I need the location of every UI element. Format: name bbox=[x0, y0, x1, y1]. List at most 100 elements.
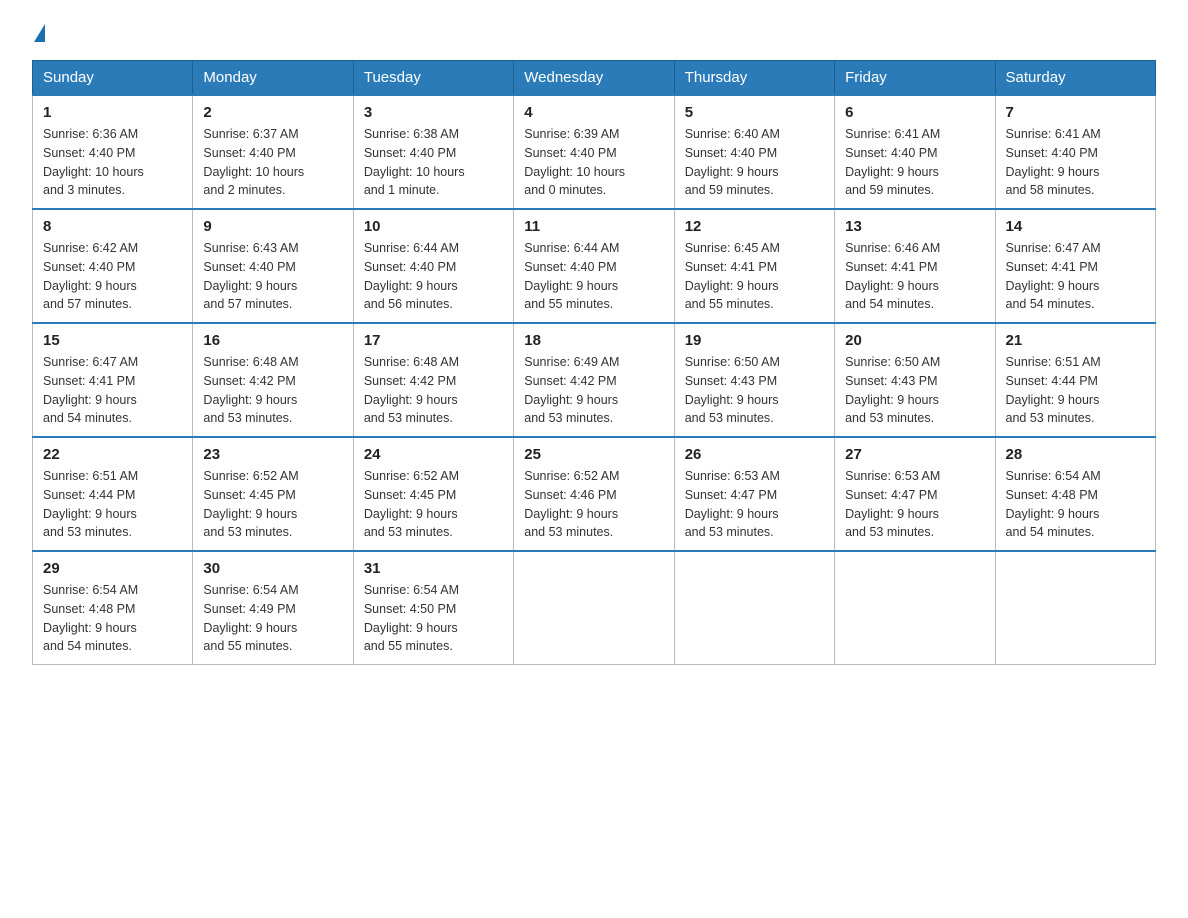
day-of-week-header: Monday bbox=[193, 61, 353, 96]
day-info: Sunrise: 6:50 AMSunset: 4:43 PMDaylight:… bbox=[845, 353, 984, 428]
day-info: Sunrise: 6:53 AMSunset: 4:47 PMDaylight:… bbox=[845, 467, 984, 542]
day-info: Sunrise: 6:48 AMSunset: 4:42 PMDaylight:… bbox=[203, 353, 342, 428]
day-number: 3 bbox=[364, 104, 503, 121]
calendar-cell: 14 Sunrise: 6:47 AMSunset: 4:41 PMDayligh… bbox=[995, 209, 1155, 323]
day-number: 2 bbox=[203, 104, 342, 121]
calendar-week-row: 15 Sunrise: 6:47 AMSunset: 4:41 PMDayligh… bbox=[33, 323, 1156, 437]
day-number: 26 bbox=[685, 446, 824, 463]
calendar-cell: 26 Sunrise: 6:53 AMSunset: 4:47 PMDayligh… bbox=[674, 437, 834, 551]
page-header bbox=[32, 24, 1156, 40]
day-info: Sunrise: 6:52 AMSunset: 4:46 PMDaylight:… bbox=[524, 467, 663, 542]
day-of-week-header: Wednesday bbox=[514, 61, 674, 96]
day-number: 8 bbox=[43, 218, 182, 235]
calendar-cell: 2 Sunrise: 6:37 AMSunset: 4:40 PMDaylight… bbox=[193, 95, 353, 209]
day-info: Sunrise: 6:54 AMSunset: 4:49 PMDaylight:… bbox=[203, 581, 342, 656]
calendar-cell bbox=[835, 551, 995, 665]
day-info: Sunrise: 6:36 AMSunset: 4:40 PMDaylight:… bbox=[43, 125, 182, 200]
day-info: Sunrise: 6:51 AMSunset: 4:44 PMDaylight:… bbox=[43, 467, 182, 542]
day-info: Sunrise: 6:45 AMSunset: 4:41 PMDaylight:… bbox=[685, 239, 824, 314]
day-info: Sunrise: 6:48 AMSunset: 4:42 PMDaylight:… bbox=[364, 353, 503, 428]
day-number: 9 bbox=[203, 218, 342, 235]
day-info: Sunrise: 6:54 AMSunset: 4:50 PMDaylight:… bbox=[364, 581, 503, 656]
calendar-header-row: SundayMondayTuesdayWednesdayThursdayFrid… bbox=[33, 61, 1156, 96]
day-info: Sunrise: 6:50 AMSunset: 4:43 PMDaylight:… bbox=[685, 353, 824, 428]
day-info: Sunrise: 6:54 AMSunset: 4:48 PMDaylight:… bbox=[43, 581, 182, 656]
day-info: Sunrise: 6:54 AMSunset: 4:48 PMDaylight:… bbox=[1006, 467, 1145, 542]
calendar-cell: 4 Sunrise: 6:39 AMSunset: 4:40 PMDaylight… bbox=[514, 95, 674, 209]
day-info: Sunrise: 6:37 AMSunset: 4:40 PMDaylight:… bbox=[203, 125, 342, 200]
day-number: 23 bbox=[203, 446, 342, 463]
calendar-cell: 23Sunrise: 6:52 AMSunset: 4:45 PMDayligh… bbox=[193, 437, 353, 551]
calendar-cell: 31 Sunrise: 6:54 AMSunset: 4:50 PMDayligh… bbox=[353, 551, 513, 665]
day-number: 15 bbox=[43, 332, 182, 349]
calendar-cell: 22 Sunrise: 6:51 AMSunset: 4:44 PMDayligh… bbox=[33, 437, 193, 551]
day-info: Sunrise: 6:47 AMSunset: 4:41 PMDaylight:… bbox=[43, 353, 182, 428]
calendar-cell: 30 Sunrise: 6:54 AMSunset: 4:49 PMDayligh… bbox=[193, 551, 353, 665]
day-info: Sunrise: 6:47 AMSunset: 4:41 PMDaylight:… bbox=[1006, 239, 1145, 314]
day-info: Sunrise: 6:40 AMSunset: 4:40 PMDaylight:… bbox=[685, 125, 824, 200]
calendar-cell: 29 Sunrise: 6:54 AMSunset: 4:48 PMDayligh… bbox=[33, 551, 193, 665]
calendar-cell: 27 Sunrise: 6:53 AMSunset: 4:47 PMDayligh… bbox=[835, 437, 995, 551]
day-info: Sunrise: 6:52 AMSunset: 4:45 PMDaylight:… bbox=[364, 467, 503, 542]
calendar-week-row: 1 Sunrise: 6:36 AMSunset: 4:40 PMDaylight… bbox=[33, 95, 1156, 209]
day-number: 24 bbox=[364, 446, 503, 463]
calendar-cell: 15 Sunrise: 6:47 AMSunset: 4:41 PMDayligh… bbox=[33, 323, 193, 437]
day-number: 27 bbox=[845, 446, 984, 463]
calendar-week-row: 29 Sunrise: 6:54 AMSunset: 4:48 PMDayligh… bbox=[33, 551, 1156, 665]
calendar-cell: 6 Sunrise: 6:41 AMSunset: 4:40 PMDaylight… bbox=[835, 95, 995, 209]
day-info: Sunrise: 6:53 AMSunset: 4:47 PMDaylight:… bbox=[685, 467, 824, 542]
calendar-cell: 8Sunrise: 6:42 AMSunset: 4:40 PMDaylight… bbox=[33, 209, 193, 323]
calendar-cell: 21Sunrise: 6:51 AMSunset: 4:44 PMDayligh… bbox=[995, 323, 1155, 437]
calendar-cell: 11Sunrise: 6:44 AMSunset: 4:40 PMDayligh… bbox=[514, 209, 674, 323]
calendar-cell: 24 Sunrise: 6:52 AMSunset: 4:45 PMDayligh… bbox=[353, 437, 513, 551]
day-info: Sunrise: 6:43 AMSunset: 4:40 PMDaylight:… bbox=[203, 239, 342, 314]
day-number: 4 bbox=[524, 104, 663, 121]
calendar-week-row: 22 Sunrise: 6:51 AMSunset: 4:44 PMDayligh… bbox=[33, 437, 1156, 551]
day-info: Sunrise: 6:41 AMSunset: 4:40 PMDaylight:… bbox=[1006, 125, 1145, 200]
day-number: 29 bbox=[43, 560, 182, 577]
day-number: 13 bbox=[845, 218, 984, 235]
day-number: 20 bbox=[845, 332, 984, 349]
calendar-cell: 20 Sunrise: 6:50 AMSunset: 4:43 PMDayligh… bbox=[835, 323, 995, 437]
calendar-cell: 16 Sunrise: 6:48 AMSunset: 4:42 PMDayligh… bbox=[193, 323, 353, 437]
day-number: 22 bbox=[43, 446, 182, 463]
day-info: Sunrise: 6:41 AMSunset: 4:40 PMDaylight:… bbox=[845, 125, 984, 200]
calendar-cell: 25 Sunrise: 6:52 AMSunset: 4:46 PMDayligh… bbox=[514, 437, 674, 551]
calendar-cell: 3Sunrise: 6:38 AMSunset: 4:40 PMDaylight… bbox=[353, 95, 513, 209]
day-info: Sunrise: 6:51 AMSunset: 4:44 PMDaylight:… bbox=[1006, 353, 1145, 428]
day-info: Sunrise: 6:39 AMSunset: 4:40 PMDaylight:… bbox=[524, 125, 663, 200]
logo-triangle-icon bbox=[34, 24, 45, 42]
calendar-cell bbox=[995, 551, 1155, 665]
day-number: 12 bbox=[685, 218, 824, 235]
calendar-cell: 5 Sunrise: 6:40 AMSunset: 4:40 PMDaylight… bbox=[674, 95, 834, 209]
day-of-week-header: Sunday bbox=[33, 61, 193, 96]
day-info: Sunrise: 6:46 AMSunset: 4:41 PMDaylight:… bbox=[845, 239, 984, 314]
calendar-cell: 28 Sunrise: 6:54 AMSunset: 4:48 PMDayligh… bbox=[995, 437, 1155, 551]
day-number: 16 bbox=[203, 332, 342, 349]
day-number: 28 bbox=[1006, 446, 1145, 463]
day-info: Sunrise: 6:49 AMSunset: 4:42 PMDaylight:… bbox=[524, 353, 663, 428]
calendar-week-row: 8Sunrise: 6:42 AMSunset: 4:40 PMDaylight… bbox=[33, 209, 1156, 323]
day-number: 25 bbox=[524, 446, 663, 463]
day-number: 5 bbox=[685, 104, 824, 121]
day-number: 19 bbox=[685, 332, 824, 349]
day-number: 17 bbox=[364, 332, 503, 349]
calendar-cell bbox=[514, 551, 674, 665]
calendar-cell: 12 Sunrise: 6:45 AMSunset: 4:41 PMDayligh… bbox=[674, 209, 834, 323]
day-number: 1 bbox=[43, 104, 182, 121]
day-info: Sunrise: 6:44 AMSunset: 4:40 PMDaylight:… bbox=[524, 239, 663, 314]
day-number: 10 bbox=[364, 218, 503, 235]
calendar-cell: 13 Sunrise: 6:46 AMSunset: 4:41 PMDayligh… bbox=[835, 209, 995, 323]
day-number: 30 bbox=[203, 560, 342, 577]
calendar-cell: 17 Sunrise: 6:48 AMSunset: 4:42 PMDayligh… bbox=[353, 323, 513, 437]
day-number: 31 bbox=[364, 560, 503, 577]
day-number: 14 bbox=[1006, 218, 1145, 235]
calendar-table: SundayMondayTuesdayWednesdayThursdayFrid… bbox=[32, 60, 1156, 665]
day-number: 6 bbox=[845, 104, 984, 121]
calendar-cell bbox=[674, 551, 834, 665]
day-info: Sunrise: 6:44 AMSunset: 4:40 PMDaylight:… bbox=[364, 239, 503, 314]
calendar-cell: 19 Sunrise: 6:50 AMSunset: 4:43 PMDayligh… bbox=[674, 323, 834, 437]
calendar-cell: 18Sunrise: 6:49 AMSunset: 4:42 PMDayligh… bbox=[514, 323, 674, 437]
calendar-cell: 7Sunrise: 6:41 AMSunset: 4:40 PMDaylight… bbox=[995, 95, 1155, 209]
calendar-cell: 1 Sunrise: 6:36 AMSunset: 4:40 PMDaylight… bbox=[33, 95, 193, 209]
